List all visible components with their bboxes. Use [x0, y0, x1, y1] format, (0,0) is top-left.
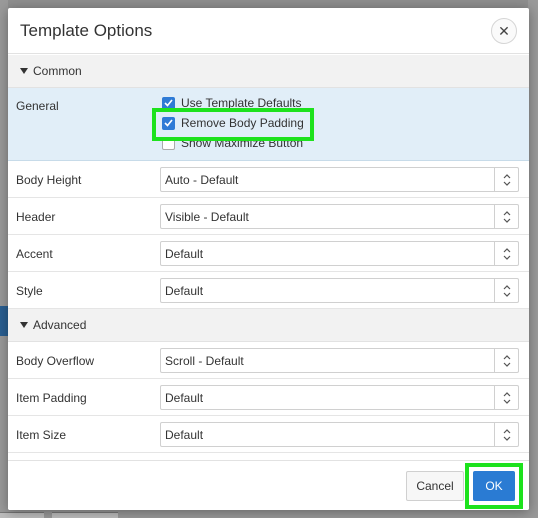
body-overflow-select[interactable]: Scroll - Default — [160, 348, 519, 373]
checkbox-label: Remove Body Padding — [181, 116, 304, 130]
select-arrows-icon — [494, 168, 518, 191]
select-arrows-icon — [494, 423, 518, 446]
field-label: Body Overflow — [16, 354, 95, 368]
section-header-advanced[interactable]: Advanced — [8, 309, 529, 342]
field-label: Style — [16, 284, 43, 298]
checkbox-show-maximize-button[interactable]: Show Maximize Button — [162, 136, 303, 150]
field-row-accent: Accent Default — [8, 235, 529, 272]
ok-highlight-annotation: OK — [465, 463, 523, 509]
dialog-header: Template Options ✕ — [8, 8, 529, 54]
body-height-select[interactable]: Auto - Default — [160, 167, 519, 192]
checkbox-remove-body-padding[interactable]: Remove Body Padding — [162, 116, 304, 130]
field-label: Header — [16, 210, 56, 224]
backdrop-right — [528, 0, 538, 518]
field-label: Item Padding — [16, 391, 87, 405]
select-arrows-icon — [494, 386, 518, 409]
dialog-footer: Cancel OK — [8, 460, 529, 510]
checkbox-label: Use Template Defaults — [181, 96, 302, 110]
backdrop-bottom — [0, 510, 538, 518]
select-value: Scroll - Default — [165, 354, 244, 368]
field-label: Item Size — [16, 428, 67, 442]
select-arrows-icon — [494, 242, 518, 265]
select-arrows-icon — [494, 349, 518, 372]
close-button[interactable]: ✕ — [491, 18, 517, 44]
accent-select[interactable]: Default — [160, 241, 519, 266]
backdrop-tab — [0, 512, 44, 518]
checkbox-use-template-defaults[interactable]: Use Template Defaults — [162, 96, 302, 110]
checkbox-label: Show Maximize Button — [181, 136, 304, 150]
cancel-button[interactable]: Cancel — [406, 471, 464, 501]
field-row-style: Style Default — [8, 272, 529, 309]
backdrop-tab — [52, 512, 118, 518]
checkmark-icon — [164, 99, 173, 107]
select-value: Default — [165, 428, 204, 442]
field-row-body-height: Body Height Auto - Default — [8, 161, 529, 198]
header-select[interactable]: Visible - Default — [160, 204, 519, 229]
style-select[interactable]: Default — [160, 278, 519, 303]
section-label: Advanced — [33, 318, 87, 332]
caret-down-icon — [20, 322, 28, 328]
field-row-header: Header Visible - Default — [8, 198, 529, 235]
field-label: Body Height — [16, 173, 82, 187]
backdrop-blue-strip — [0, 306, 8, 336]
dialog-body[interactable]: Common General Use Template Defaults Rem… — [8, 55, 529, 460]
select-value: Visible - Default — [165, 210, 249, 224]
field-row-body-overflow: Body Overflow Scroll - Default — [8, 342, 529, 379]
close-icon: ✕ — [498, 22, 510, 39]
item-padding-select[interactable]: Default — [160, 385, 519, 410]
caret-down-icon — [20, 68, 28, 74]
field-label: Accent — [16, 247, 53, 261]
select-arrows-icon — [494, 205, 518, 228]
checkmark-icon — [164, 119, 173, 127]
general-options-row: General Use Template Defaults Remove Bod… — [8, 88, 529, 161]
checkbox[interactable] — [162, 96, 175, 110]
checkbox[interactable] — [162, 136, 175, 150]
template-options-dialog: Template Options ✕ Common General Use Te… — [8, 8, 529, 510]
field-row-item-padding: Item Padding Default — [8, 379, 529, 416]
select-arrows-icon — [494, 279, 518, 302]
dialog-title: Template Options — [20, 21, 153, 40]
item-size-select[interactable]: Default — [160, 422, 519, 447]
ok-button[interactable]: OK — [473, 471, 515, 501]
select-value: Default — [165, 247, 204, 261]
field-label-general: General — [16, 99, 59, 113]
backdrop-left — [0, 0, 8, 518]
select-value: Auto - Default — [165, 173, 239, 187]
select-value: Default — [165, 391, 204, 405]
section-label: Common — [33, 64, 82, 78]
field-row-item-size: Item Size Default — [8, 416, 529, 453]
section-header-common[interactable]: Common — [8, 55, 529, 88]
checkbox[interactable] — [162, 116, 175, 130]
select-value: Default — [165, 284, 204, 298]
